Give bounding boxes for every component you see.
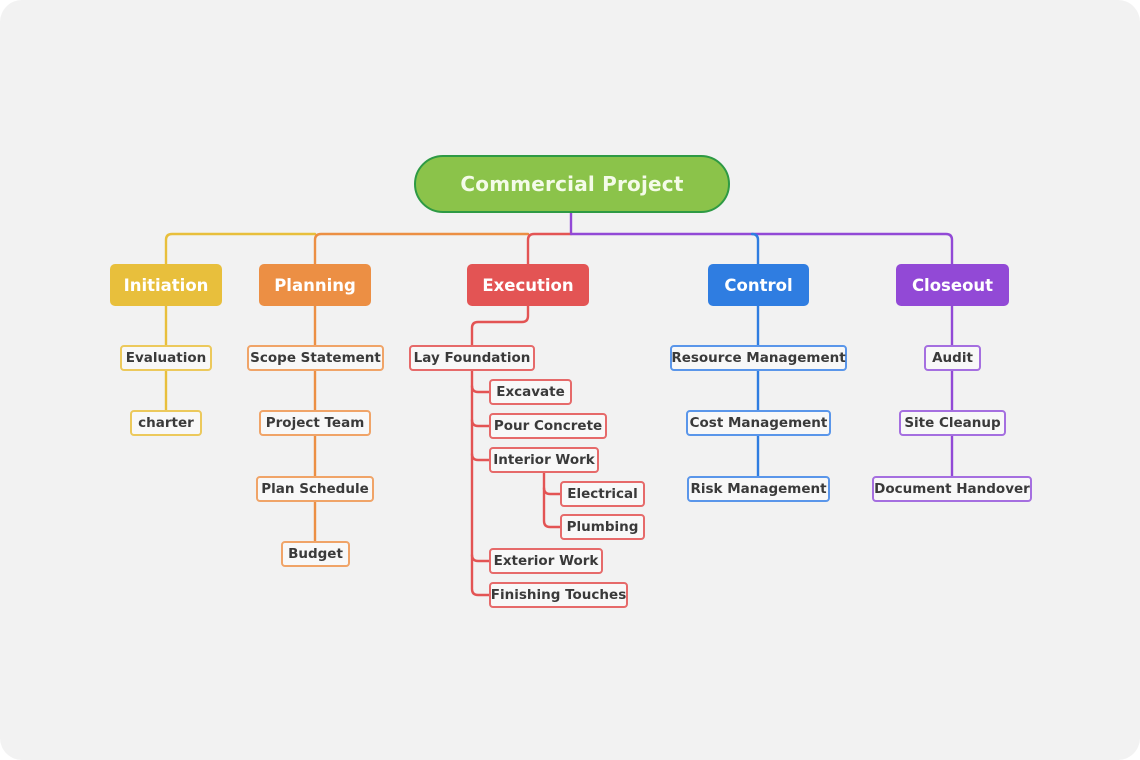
branch-initiation[interactable]: Initiation (110, 264, 222, 306)
node-project-team[interactable]: Project Team (259, 410, 371, 436)
node-audit[interactable]: Audit (924, 345, 981, 371)
node-site-cleanup[interactable]: Site Cleanup (899, 410, 1006, 436)
node-lay-foundation[interactable]: Lay Foundation (409, 345, 535, 371)
connector-excavate (470, 384, 491, 394)
connector-interior-work (470, 452, 491, 462)
node-cost-management[interactable]: Cost Management (686, 410, 831, 436)
node-risk-management[interactable]: Risk Management (687, 476, 830, 502)
node-budget[interactable]: Budget (281, 541, 350, 567)
node-evaluation[interactable]: Evaluation (120, 345, 212, 371)
connector-bus-control (750, 232, 760, 266)
branch-planning[interactable]: Planning (259, 264, 371, 306)
mind-map-canvas: Commercial Project Initiation Planning E… (0, 0, 1140, 760)
node-exterior-work[interactable]: Exterior Work (489, 548, 603, 574)
connector-bus-initiation (164, 232, 317, 266)
node-finishing-touches[interactable]: Finishing Touches (489, 582, 628, 608)
node-scope-statement[interactable]: Scope Statement (247, 345, 384, 371)
root-node[interactable]: Commercial Project (414, 155, 730, 213)
connector-bus-planning (313, 232, 530, 266)
connector-exterior-work (470, 553, 491, 563)
node-plan-schedule[interactable]: Plan Schedule (256, 476, 374, 502)
node-pour-concrete[interactable]: Pour Concrete (489, 413, 607, 439)
connector-bus-closeout (569, 232, 954, 266)
branch-closeout[interactable]: Closeout (896, 264, 1009, 306)
branch-control[interactable]: Control (708, 264, 809, 306)
connector-electrical (542, 486, 562, 496)
node-electrical[interactable]: Electrical (560, 481, 645, 507)
node-document-handover[interactable]: Document Handover (872, 476, 1032, 502)
branch-execution[interactable]: Execution (467, 264, 589, 306)
node-resource-management[interactable]: Resource Management (670, 345, 847, 371)
connector-bus-execution (526, 232, 573, 266)
node-plumbing[interactable]: Plumbing (560, 514, 645, 540)
connector-pour-concrete (470, 418, 491, 428)
node-interior-work[interactable]: Interior Work (489, 447, 599, 473)
connector-interior-subtrunk (542, 471, 562, 529)
node-charter[interactable]: charter (130, 410, 202, 436)
connector-execution-lay-foundation (470, 304, 530, 347)
node-excavate[interactable]: Excavate (489, 379, 572, 405)
